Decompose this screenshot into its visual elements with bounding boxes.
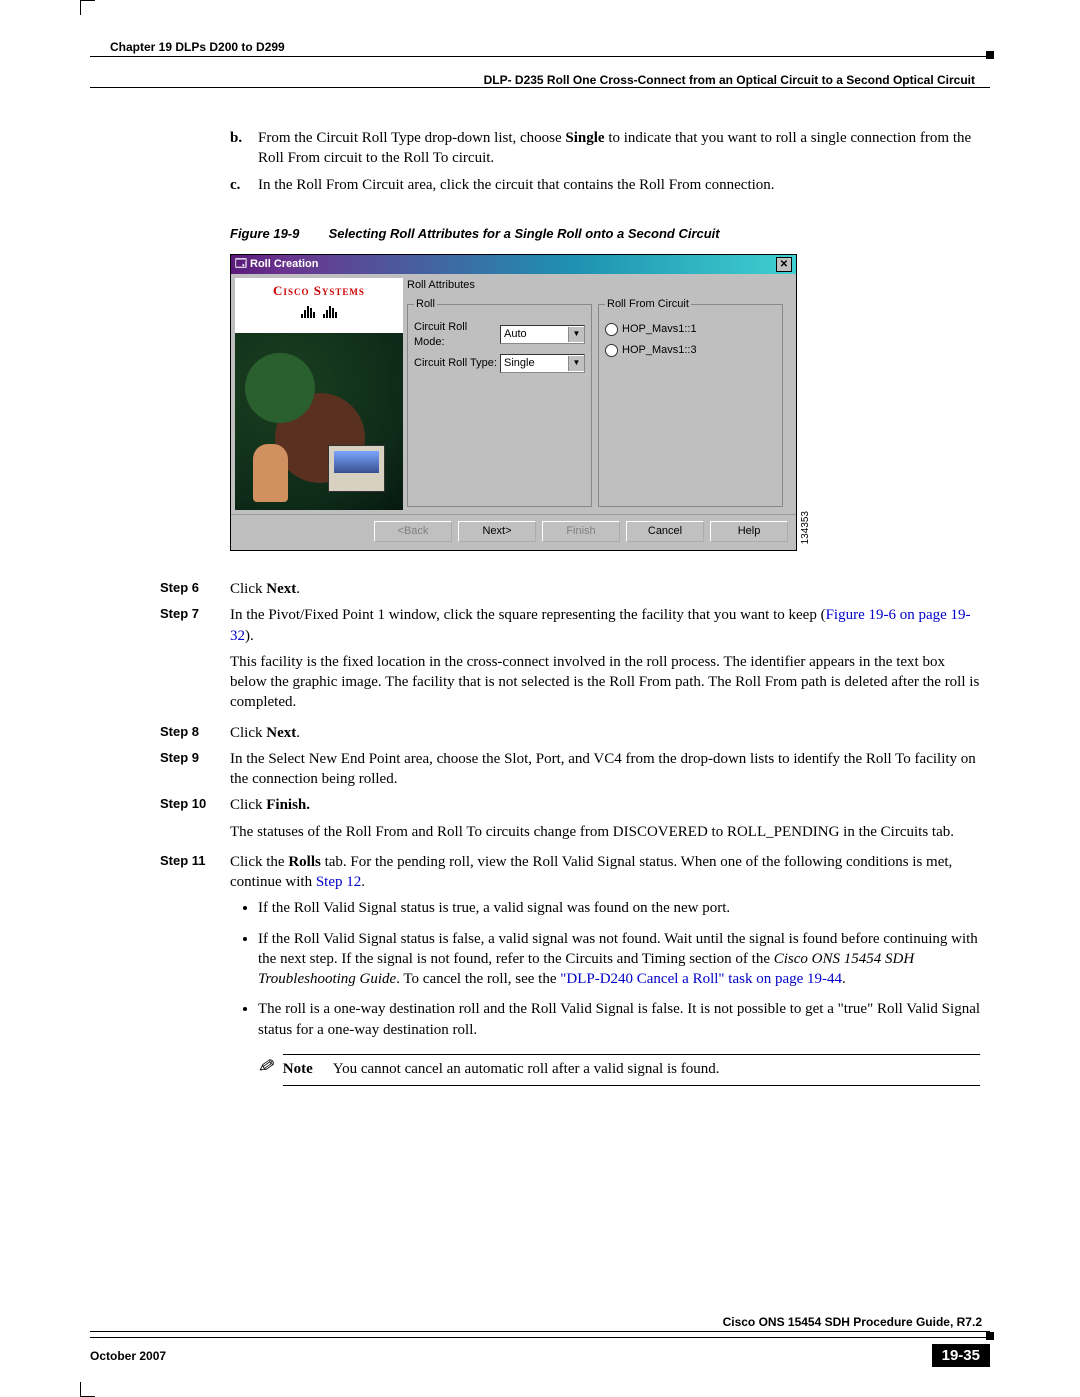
roll-from-legend: Roll From Circuit <box>605 297 691 312</box>
help-button[interactable]: Help <box>710 521 788 542</box>
dialog-titlebar: 🗔 Roll Creation ✕ <box>231 255 796 274</box>
roll-from-panel: Roll From Circuit HOP_Mavs1::1 HOP_Mavs1… <box>598 297 783 507</box>
page-number: 19-35 <box>932 1344 990 1367</box>
chevron-down-icon: ▼ <box>568 356 584 371</box>
roll-type-select[interactable]: Single ▼ <box>500 354 585 373</box>
roll-from-option-1[interactable]: HOP_Mavs1::1 <box>605 322 776 337</box>
dialog-splash: Cisco Systems <box>235 278 403 510</box>
footer-guide: Cisco ONS 15454 SDH Procedure Guide, R7.… <box>80 1315 982 1329</box>
figure-id: 134353 <box>799 511 813 544</box>
cisco-bars-icon <box>235 300 403 318</box>
step-10-text: Click Finish. <box>230 795 310 815</box>
step-6-text: Click Next. <box>230 579 300 599</box>
step-7-label: Step 7 <box>160 605 230 646</box>
header-chapter: Chapter 19 DLPs D200 to D299 <box>110 40 1000 54</box>
step-10-para2: The statuses of the Roll From and Roll T… <box>230 822 980 842</box>
roll-type-label: Circuit Roll Type: <box>414 356 500 371</box>
step-11-label: Step 11 <box>160 852 230 893</box>
cancel-button[interactable]: Cancel <box>626 521 704 542</box>
step-link[interactable]: Step 12 <box>316 874 361 890</box>
item-c-label: c. <box>230 175 258 195</box>
roll-from-option-2[interactable]: HOP_Mavs1::3 <box>605 343 776 358</box>
step-9-label: Step 9 <box>160 749 230 790</box>
close-icon[interactable]: ✕ <box>776 257 792 272</box>
item-c-text: In the Roll From Circuit area, click the… <box>258 175 775 195</box>
wizard-icon: 🗔 <box>235 258 247 270</box>
step-7-para2: This facility is the fixed location in t… <box>230 652 980 713</box>
note-label: Note <box>283 1059 333 1079</box>
item-b-label: b. <box>230 128 258 169</box>
step-6-label: Step 6 <box>160 579 230 599</box>
back-button: <Back <box>374 521 452 542</box>
bullet-2: If the Roll Valid Signal status is false… <box>258 929 980 990</box>
cisco-logo: Cisco Systems <box>235 278 403 300</box>
roll-mode-select[interactable]: Auto ▼ <box>500 325 585 344</box>
bullet-3: The roll is a one-way destination roll a… <box>258 999 980 1040</box>
step-10-label: Step 10 <box>160 795 230 815</box>
step-8-text: Click Next. <box>230 723 300 743</box>
radio-icon <box>605 344 618 357</box>
footer-date: October 2007 <box>90 1349 166 1363</box>
roll-attributes-label: Roll Attributes <box>407 278 790 293</box>
bullet-1: If the Roll Valid Signal status is true,… <box>258 898 980 918</box>
note-text: You cannot cancel an automatic roll afte… <box>333 1059 720 1079</box>
roll-mode-label: Circuit Roll Mode: <box>414 320 500 350</box>
dialog-title: Roll Creation <box>250 258 318 270</box>
radio-icon <box>605 323 618 336</box>
finish-button: Finish <box>542 521 620 542</box>
note-icon: ✎ <box>256 1053 277 1083</box>
roll-creation-dialog: 🗔 Roll Creation ✕ Cisco Systems <box>230 254 797 551</box>
header-section: DLP- D235 Roll One Cross-Connect from an… <box>80 73 975 87</box>
figure-caption: Figure 19-9 Selecting Roll Attributes fo… <box>230 225 980 243</box>
roll-legend: Roll <box>414 297 437 312</box>
roll-panel: Roll Circuit Roll Mode: Auto ▼ Circuit R… <box>407 297 592 507</box>
task-link[interactable]: "DLP-D240 Cancel a Roll" task on page 19… <box>560 971 842 987</box>
step-11-text: Click the Rolls tab. For the pending rol… <box>230 852 980 893</box>
chevron-down-icon: ▼ <box>568 327 584 342</box>
step-8-label: Step 8 <box>160 723 230 743</box>
step-9-text: In the Select New End Point area, choose… <box>230 749 980 790</box>
step-7-text: In the Pivot/Fixed Point 1 window, click… <box>230 605 980 646</box>
item-b-text: From the Circuit Roll Type drop-down lis… <box>258 128 980 169</box>
next-button[interactable]: Next> <box>458 521 536 542</box>
